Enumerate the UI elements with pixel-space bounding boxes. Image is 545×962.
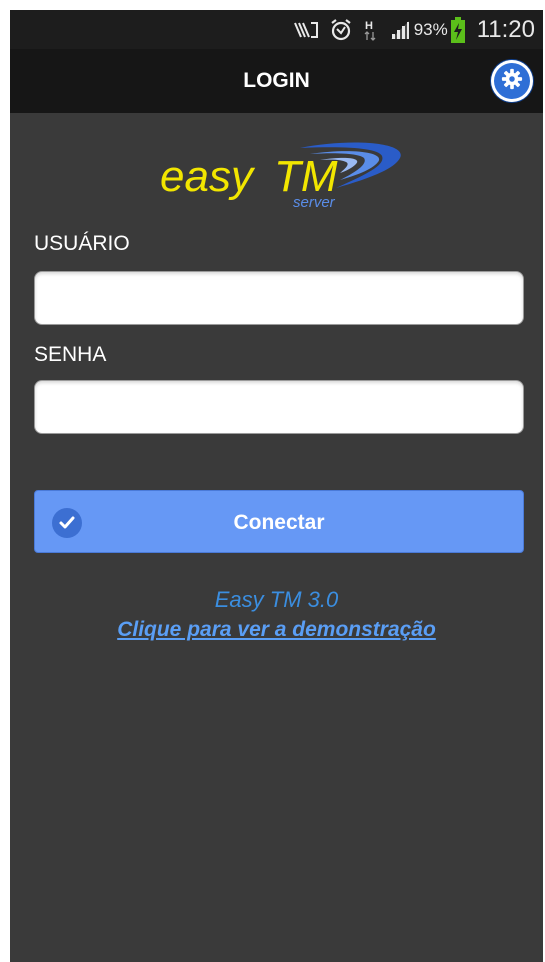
username-label: USUÁRIO (34, 232, 130, 255)
gear-icon (501, 68, 523, 95)
nfc-icon (293, 19, 319, 41)
clock: 11:20 (476, 15, 535, 43)
password-label: SENHA (34, 343, 107, 366)
signal-icon (389, 19, 411, 41)
svg-text:easy: easy (160, 152, 256, 201)
hspa-data-icon: H (363, 18, 379, 42)
page-title: LOGIN (243, 69, 310, 92)
svg-text:H: H (365, 20, 373, 32)
signal-battery-group: 93% (389, 16, 465, 43)
logo-sub-text: server (293, 194, 335, 211)
status-icons: H 93% 11:20 (293, 10, 535, 49)
demo-link[interactable]: Clique para ver a demonstração (10, 618, 543, 642)
battery-charging-icon (450, 16, 465, 43)
version-text: Easy TM 3.0 (214, 587, 339, 612)
settings-button[interactable] (491, 60, 533, 102)
battery-percent: 93% (413, 19, 448, 39)
app-screen: H 93% 11:20 LOGIN easy TM server USUÁRIO… (10, 10, 543, 962)
alarm-icon (329, 18, 353, 42)
action-bar: LOGIN (10, 49, 543, 113)
connect-button-label: Conectar (233, 511, 325, 534)
easytm-logo: easy TM server (150, 136, 410, 216)
connect-button[interactable]: Conectar (34, 490, 524, 553)
status-bar: H 93% 11:20 (10, 10, 543, 49)
password-input[interactable] (34, 380, 524, 434)
username-input[interactable] (34, 271, 524, 325)
